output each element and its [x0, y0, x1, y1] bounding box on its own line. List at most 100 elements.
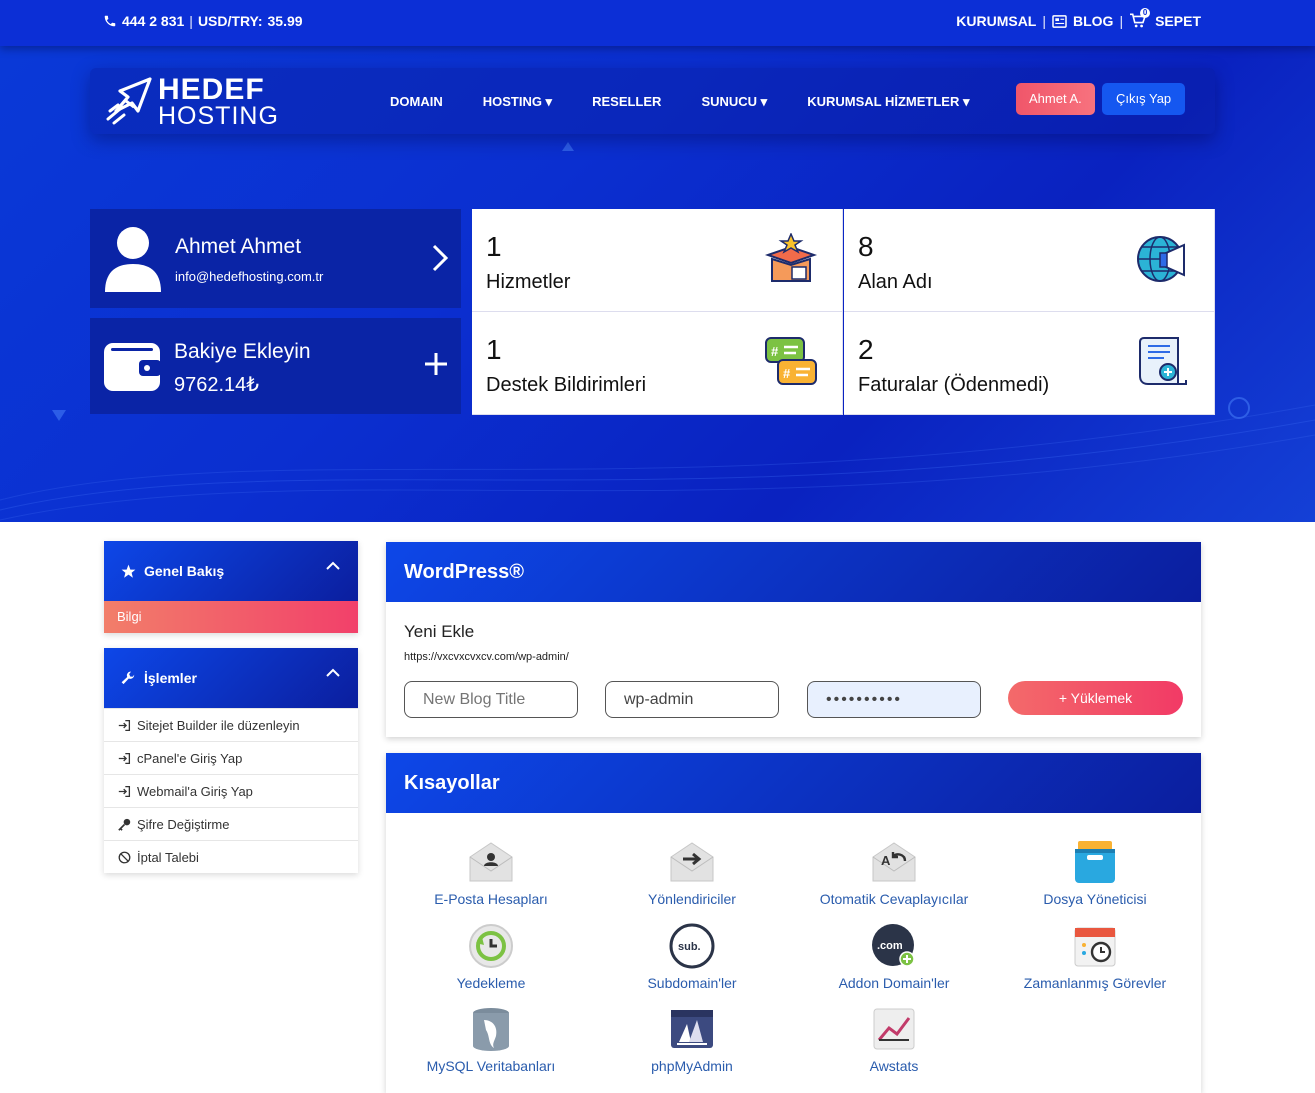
subdomain-icon: sub.: [669, 923, 715, 969]
brand-logo[interactable]: HEDEF HOSTING: [106, 75, 279, 129]
actions-header[interactable]: İşlemler: [104, 648, 358, 708]
ban-icon: [118, 851, 131, 863]
blog-title-input[interactable]: [404, 681, 578, 718]
shortcut-label: Subdomain'ler: [647, 975, 737, 991]
overview-title: Genel Bakış: [144, 563, 225, 579]
sidebar-item-label: İptal Talebi: [137, 849, 199, 865]
shortcut-subdomains[interactable]: sub. Subdomain'ler: [592, 923, 792, 991]
profile-card[interactable]: Ahmet Ahmet info@hedefhosting.com.tr: [90, 209, 461, 308]
chevron-right-icon[interactable]: [431, 243, 449, 273]
svg-text:A: A: [881, 853, 891, 868]
stat-label: Faturalar (Ödenmedi): [858, 374, 1050, 396]
globe-megaphone-icon: [1137, 236, 1185, 282]
shortcut-awstats[interactable]: Awstats: [794, 1006, 994, 1074]
cart-link-icon[interactable]: 0: [1129, 8, 1151, 29]
top-bar: 444 2 831 | USD/TRY: 35.99 KURUMSAL | BL…: [0, 0, 1315, 46]
actions-sidebar: İşlemler Sitejet Builder ile düzenleyin …: [104, 648, 358, 873]
corporate-link[interactable]: KURUMSAL: [956, 13, 1036, 29]
nav-item-reseller[interactable]: RESELLER: [592, 94, 661, 110]
sidebar-item-sitejet[interactable]: Sitejet Builder ile düzenleyin: [104, 708, 358, 741]
password-input[interactable]: [807, 681, 981, 718]
shortcut-label: Dosya Yöneticisi: [1043, 891, 1147, 907]
stat-count: 8: [858, 231, 874, 262]
shortcut-label: E-Posta Hesapları: [434, 891, 548, 907]
wrench-icon: [121, 671, 135, 684]
chevron-up-icon[interactable]: [326, 668, 340, 678]
svg-text:#: #: [771, 344, 779, 359]
chevron-up-icon[interactable]: [326, 561, 340, 571]
forwarder-icon: [670, 842, 714, 882]
mysql-database-icon: [473, 1008, 509, 1051]
user-account-button[interactable]: Ahmet A.: [1016, 83, 1095, 115]
file-manager-icon: [1075, 841, 1115, 883]
stat-card-services[interactable]: 1 Hizmetler: [472, 209, 843, 312]
newspaper-icon: [1052, 14, 1067, 28]
wallet-icon: [104, 343, 161, 391]
plus-icon[interactable]: [424, 352, 448, 376]
stat-card-support-tickets[interactable]: 1 Destek Bildirimleri # #: [472, 312, 843, 415]
stat-count: 1: [486, 334, 502, 365]
shortcut-label: Yönlendiriciler: [648, 891, 736, 907]
nav-item-server[interactable]: SUNUCU ▾: [701, 94, 767, 110]
backup-icon: [469, 924, 513, 968]
shortcut-cron-jobs[interactable]: Zamanlanmış Görevler: [995, 923, 1195, 991]
sidebar-item-change-password[interactable]: Şifre Değiştirme: [104, 807, 358, 840]
add-balance-title: Bakiye Ekleyin: [174, 340, 311, 363]
phone-number[interactable]: 444 2 831: [122, 13, 184, 29]
cart-link[interactable]: SEPET: [1155, 13, 1201, 29]
wallet-card[interactable]: Bakiye Ekleyin 9762.14₺: [90, 318, 461, 414]
chat-bubbles-icon: # #: [765, 337, 817, 385]
sidebar-item-cpanel-login[interactable]: cPanel'e Giriş Yap: [104, 741, 358, 774]
shortcut-mysql-databases[interactable]: MySQL Veritabanları: [391, 1006, 591, 1074]
overview-header[interactable]: Genel Bakış: [104, 541, 358, 601]
blog-link[interactable]: BLOG: [1073, 13, 1113, 29]
profile-email: info@hedefhosting.com.tr: [175, 269, 324, 284]
phpmyadmin-icon: [671, 1010, 713, 1048]
nav-item-corporate-services[interactable]: KURUMSAL HİZMETLER ▾: [807, 94, 969, 110]
shortcut-label: Awstats: [869, 1058, 919, 1074]
shortcut-forwarders[interactable]: Yönlendiriciler: [592, 839, 792, 907]
shortcut-backup[interactable]: Yedekleme: [391, 923, 591, 991]
shortcut-email-accounts[interactable]: E-Posta Hesapları: [391, 839, 591, 907]
sidebar-item-label: Şifre Değiştirme: [137, 816, 230, 832]
sidebar-item-webmail-login[interactable]: Webmail'a Giriş Yap: [104, 774, 358, 807]
logout-button[interactable]: Çıkış Yap: [1102, 83, 1186, 115]
nav-item-domain[interactable]: DOMAIN: [390, 94, 443, 110]
shortcut-label: Yedekleme: [456, 975, 526, 991]
key-icon: [118, 818, 131, 831]
shortcut-autoresponders[interactable]: A Otomatik Cevaplayıcılar: [794, 839, 994, 907]
addon-domain-icon: .com: [872, 924, 915, 967]
phone-icon: [104, 15, 116, 27]
overview-active-item[interactable]: Bilgi: [104, 601, 358, 633]
sidebar-item-cancel-request[interactable]: İptal Talebi: [104, 840, 358, 873]
svg-text:#: #: [783, 366, 791, 381]
actions-title: İşlemler: [144, 670, 197, 686]
wordpress-title: WordPress®: [386, 542, 1201, 602]
overview-sidebar: Genel Bakış Bilgi: [104, 541, 358, 633]
shortcut-label: MySQL Veritabanları: [426, 1058, 556, 1074]
shortcut-label: Otomatik Cevaplayıcılar: [819, 891, 969, 907]
shortcut-addon-domains[interactable]: .com Addon Domain'ler: [794, 923, 994, 991]
nav-item-hosting[interactable]: HOSTING ▾: [483, 94, 552, 110]
shortcut-label: Zamanlanmış Görevler: [1023, 975, 1167, 991]
sign-in-icon: [118, 719, 131, 731]
stat-count: 1: [486, 231, 502, 262]
wordpress-url[interactable]: https://vxcvxcvxcv.com/wp-admin/: [404, 651, 569, 663]
sidebar-item-label: Webmail'a Giriş Yap: [137, 783, 253, 799]
autoresponder-icon: A: [872, 842, 916, 882]
shortcuts-panel: Kısayollar E-Posta Hesapları Yönlendiric…: [386, 753, 1201, 1093]
path-input[interactable]: [605, 681, 779, 718]
shortcut-label: Addon Domain'ler: [838, 975, 950, 991]
sign-in-icon: [118, 785, 131, 797]
shortcut-file-manager[interactable]: Dosya Yöneticisi: [995, 839, 1195, 907]
install-button[interactable]: + Yüklemek: [1008, 681, 1183, 715]
currency-value: 35.99: [267, 13, 303, 29]
stat-card-domains[interactable]: 8 Alan Adı: [844, 209, 1215, 312]
triangle-decoration: [562, 142, 574, 151]
sidebar-item-label: cPanel'e Giriş Yap: [137, 750, 243, 766]
stat-card-unpaid-invoices[interactable]: 2 Faturalar (Ödenmedi): [844, 312, 1215, 415]
wordpress-panel: WordPress® Yeni Ekle https://vxcvxcvxcv.…: [386, 542, 1201, 737]
wordpress-subtitle: Yeni Ekle: [404, 622, 475, 641]
profile-name: Ahmet Ahmet: [175, 235, 302, 258]
shortcut-phpmyadmin[interactable]: phpMyAdmin: [592, 1006, 792, 1074]
